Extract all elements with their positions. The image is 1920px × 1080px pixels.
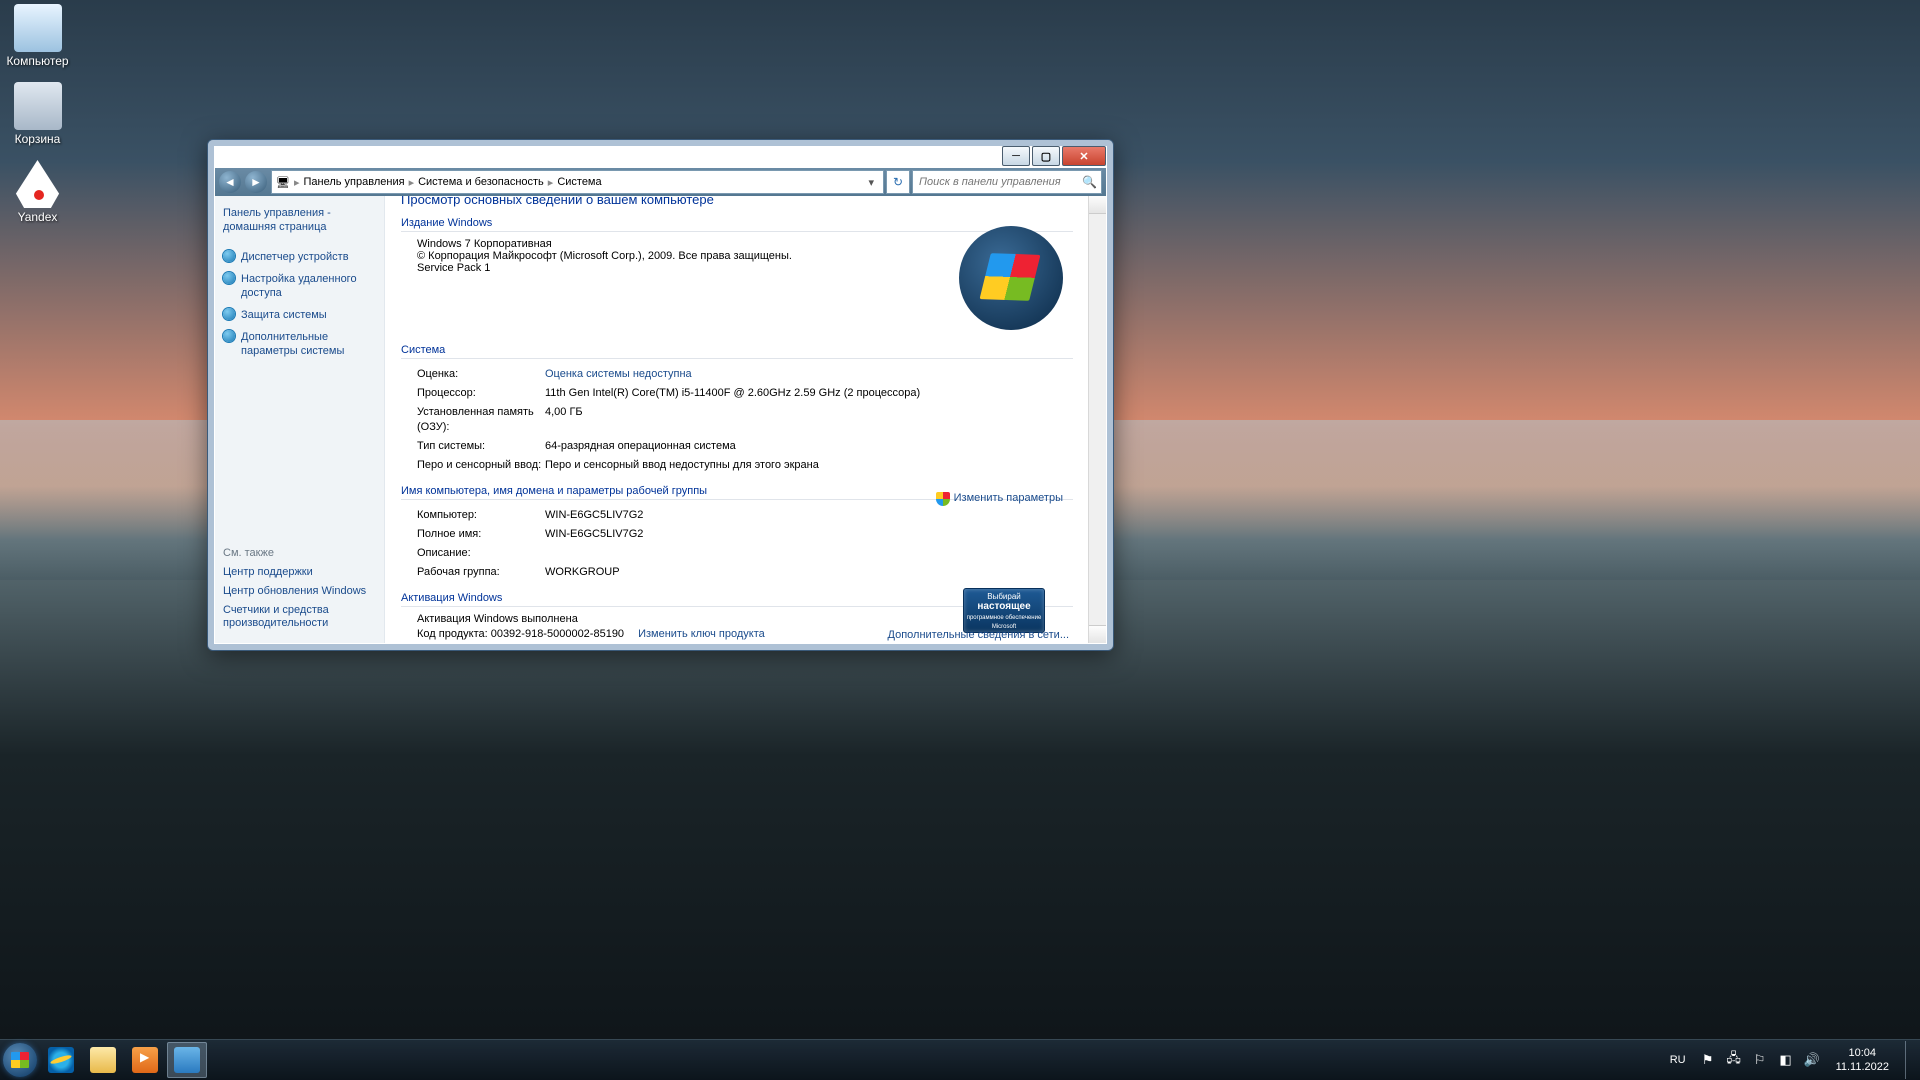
desktop: Компьютер Корзина Yandex ─ ▢ ✕ ◄ ► 🖥 ▸ П…	[0, 0, 1920, 1080]
type-value: 64-разрядная операционная система	[545, 439, 1073, 454]
system-properties-window: ─ ▢ ✕ ◄ ► 🖥 ▸ Панель управления ▸ Систем…	[207, 139, 1114, 651]
tray-action-center-icon[interactable]: ⚐	[1752, 1052, 1768, 1068]
close-button[interactable]: ✕	[1062, 146, 1106, 166]
desktop-icon-computer[interactable]: Компьютер	[0, 4, 75, 68]
window-body: Панель управления - домашняя страница Ди…	[215, 196, 1106, 643]
section-edition: Издание Windows	[401, 217, 1073, 232]
system-icon	[174, 1047, 200, 1073]
ram-label: Установленная память (ОЗУ):	[417, 405, 545, 435]
address-bar[interactable]: 🖥 ▸ Панель управления ▸ Система и безопа…	[271, 170, 884, 194]
pen-label: Перо и сенсорный ввод:	[417, 458, 545, 473]
taskbar-system[interactable]	[167, 1042, 207, 1078]
windows-logo-icon	[959, 226, 1063, 330]
page-title: Просмотр основных сведений о вашем компь…	[401, 196, 1073, 207]
taskbar-explorer[interactable]	[83, 1042, 123, 1078]
system-tray: RU ⚑ 🖧 ⚐ ◧ 🔊 10:04 11.11.2022	[1666, 1041, 1920, 1079]
address-dropdown[interactable]: ▾	[863, 176, 879, 189]
cpu-label: Процессор:	[417, 386, 545, 401]
see-also-heading: См. также	[223, 547, 376, 559]
nav-back-forward: ◄ ►	[217, 170, 269, 194]
ie-icon	[48, 1047, 74, 1073]
sidebar-link-device-manager[interactable]: Диспетчер устройств	[223, 246, 376, 268]
maximize-button[interactable]: ▢	[1032, 146, 1060, 166]
scrollbar[interactable]	[1088, 196, 1106, 643]
network-info-link[interactable]: Дополнительные сведения в сети...	[888, 629, 1070, 641]
workgroup-label: Рабочая группа:	[417, 565, 545, 580]
breadcrumb-leaf[interactable]: Система	[557, 176, 601, 188]
tray-volume-icon[interactable]: 🔊	[1804, 1052, 1820, 1068]
rating-label: Оценка:	[417, 367, 545, 382]
refresh-button[interactable]: ↻	[886, 170, 910, 194]
taskbar-media-player[interactable]	[125, 1042, 165, 1078]
see-also-windows-update[interactable]: Центр обновления Windows	[223, 582, 376, 601]
description-label: Описание:	[417, 546, 545, 561]
computer-name-label: Компьютер:	[417, 508, 545, 523]
sidebar-home-link[interactable]: Панель управления - домашняя страница	[223, 206, 376, 234]
start-button[interactable]	[0, 1040, 40, 1080]
language-indicator[interactable]: RU	[1666, 1052, 1690, 1068]
minimize-button[interactable]: ─	[1002, 146, 1030, 166]
back-button[interactable]: ◄	[219, 171, 241, 193]
content-pane: Просмотр основных сведений о вашем компь…	[385, 196, 1106, 643]
see-also-performance[interactable]: Счетчики и средства производительности	[223, 601, 376, 633]
computer-name-value: WIN-E6GC5LIV7G2	[545, 508, 1073, 523]
description-value	[545, 546, 1073, 561]
desktop-icon-label: Yandex	[0, 210, 75, 224]
control-panel-icon: 🖥	[276, 176, 290, 189]
tray-flag-icon[interactable]: ⚑	[1700, 1052, 1716, 1068]
titlebar-buttons: ─ ▢ ✕	[1000, 146, 1106, 164]
section-system: Система	[401, 344, 1073, 359]
show-desktop-button[interactable]	[1905, 1041, 1914, 1079]
search-box[interactable]: 🔍	[912, 170, 1102, 194]
product-key: Код продукта: 00392-918-5000002-85190	[417, 627, 624, 642]
ram-value: 4,00 ГБ	[545, 405, 1073, 435]
rating-link[interactable]: Оценка системы недоступна	[545, 367, 1073, 382]
desktop-icon-label: Корзина	[0, 132, 75, 146]
change-product-key-link[interactable]: Изменить ключ продукта	[638, 627, 765, 642]
breadcrumb-root[interactable]: Панель управления	[304, 176, 405, 188]
desktop-icon-label: Компьютер	[0, 54, 75, 68]
genuine-microsoft-badge[interactable]: Выбирай настоящее программное обеспечени…	[963, 588, 1045, 633]
breadcrumb-mid[interactable]: Система и безопасность	[418, 176, 544, 188]
type-label: Тип системы:	[417, 439, 545, 454]
forward-button[interactable]: ►	[245, 171, 267, 193]
sidebar-link-advanced-settings[interactable]: Дополнительные параметры системы	[223, 326, 376, 362]
search-input[interactable]	[917, 175, 1082, 189]
clock-time: 10:04	[1836, 1046, 1889, 1060]
desktop-icon-recycle-bin[interactable]: Корзина	[0, 82, 75, 146]
workgroup-value: WORKGROUP	[545, 565, 1073, 580]
clock-date: 11.11.2022	[1836, 1060, 1889, 1074]
desktop-icon-yandex[interactable]: Yandex	[0, 160, 75, 224]
see-also-action-center[interactable]: Центр поддержки	[223, 563, 376, 582]
full-name-value: WIN-E6GC5LIV7G2	[545, 527, 1073, 542]
tray-app-icon[interactable]: ◧	[1778, 1052, 1794, 1068]
explorer-icon	[90, 1047, 116, 1073]
shield-icon	[936, 492, 950, 506]
navigation-bar: ◄ ► 🖥 ▸ Панель управления ▸ Система и бе…	[215, 168, 1106, 196]
yandex-icon	[14, 160, 62, 208]
computer-icon	[14, 4, 62, 52]
change-settings-link[interactable]: Изменить параметры	[936, 492, 1063, 506]
pen-value: Перо и сенсорный ввод недоступны для это…	[545, 458, 1073, 473]
cpu-value: 11th Gen Intel(R) Core(TM) i5-11400F @ 2…	[545, 386, 1073, 401]
windows-orb-icon	[3, 1043, 37, 1077]
search-icon[interactable]: 🔍	[1082, 175, 1097, 189]
recycle-bin-icon	[14, 82, 62, 130]
sidebar: Панель управления - домашняя страница Ди…	[215, 196, 385, 643]
clock[interactable]: 10:04 11.11.2022	[1830, 1046, 1895, 1074]
sidebar-link-system-protection[interactable]: Защита системы	[223, 304, 376, 326]
taskbar-ie[interactable]	[41, 1042, 81, 1078]
media-player-icon	[132, 1047, 158, 1073]
full-name-label: Полное имя:	[417, 527, 545, 542]
taskbar: RU ⚑ 🖧 ⚐ ◧ 🔊 10:04 11.11.2022	[0, 1039, 1920, 1080]
sidebar-link-remote-settings[interactable]: Настройка удаленного доступа	[223, 268, 376, 304]
tray-network-icon[interactable]: 🖧	[1726, 1052, 1742, 1068]
